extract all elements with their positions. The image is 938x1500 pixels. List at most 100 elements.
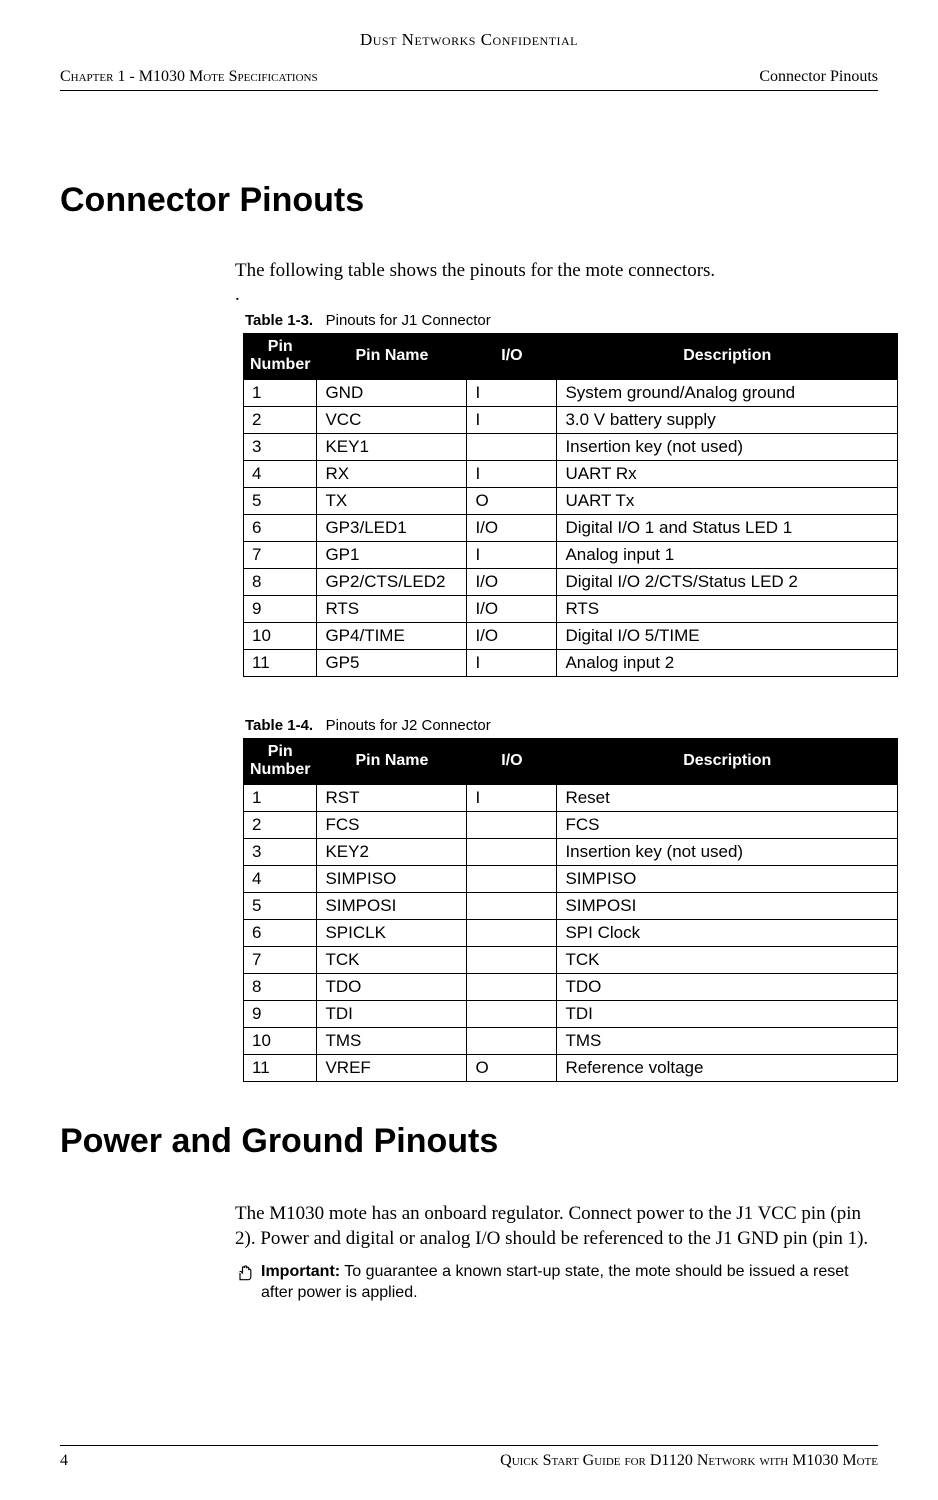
cell-io: I/O <box>467 568 557 595</box>
table-row: 7GP1IAnalog input 1 <box>244 541 898 568</box>
cell-io: I <box>467 541 557 568</box>
cell-desc: Reference voltage <box>557 1054 898 1081</box>
cell-name: RST <box>317 784 467 811</box>
header-left: Chapter 1 - M1030 Mote Specifications <box>60 68 318 86</box>
power-paragraph: The M1030 mote has an onboard regulator.… <box>235 1201 878 1252</box>
cell-desc: FCS <box>557 811 898 838</box>
section-title-connector-pinouts: Connector Pinouts <box>60 181 878 220</box>
th-pin-number: Pin Number <box>244 334 317 380</box>
cell-desc: Digital I/O 2/CTS/Status LED 2 <box>557 568 898 595</box>
th-pin-name: Pin Name <box>317 738 467 784</box>
cell-io: I <box>467 460 557 487</box>
table1-caption-text: Pinouts for J1 Connector <box>326 312 491 329</box>
important-text: Important: To guarantee a known start-up… <box>261 1262 878 1304</box>
cell-desc: Digital I/O 1 and Status LED 1 <box>557 514 898 541</box>
table1-caption: Table 1-3. Pinouts for J1 Connector <box>245 312 878 329</box>
cell-io: I/O <box>467 622 557 649</box>
cell-num: 4 <box>244 865 317 892</box>
th-io: I/O <box>467 334 557 380</box>
cell-name: GP5 <box>317 649 467 676</box>
dot: . <box>235 284 878 306</box>
cell-desc: System ground/Analog ground <box>557 379 898 406</box>
confidential-banner: Dust Networks Confidential <box>60 30 878 50</box>
cell-io: I <box>467 784 557 811</box>
cell-io <box>467 1000 557 1027</box>
cell-name: SIMPISO <box>317 865 467 892</box>
cell-name: VREF <box>317 1054 467 1081</box>
cell-num: 10 <box>244 622 317 649</box>
cell-num: 7 <box>244 541 317 568</box>
table-row: 11GP5IAnalog input 2 <box>244 649 898 676</box>
cell-desc: Analog input 2 <box>557 649 898 676</box>
cell-desc: SIMPOSI <box>557 892 898 919</box>
table-row: 8GP2/CTS/LED2I/ODigital I/O 2/CTS/Status… <box>244 568 898 595</box>
cell-name: RTS <box>317 595 467 622</box>
th-pin-number: Pin Number <box>244 738 317 784</box>
table-row: 6SPICLK SPI Clock <box>244 919 898 946</box>
cell-num: 2 <box>244 406 317 433</box>
cell-num: 3 <box>244 433 317 460</box>
cell-io <box>467 892 557 919</box>
cell-io <box>467 946 557 973</box>
cell-num: 3 <box>244 838 317 865</box>
cell-name: TMS <box>317 1027 467 1054</box>
cell-name: GP2/CTS/LED2 <box>317 568 467 595</box>
cell-desc: UART Rx <box>557 460 898 487</box>
table-row: 7TCKTCK <box>244 946 898 973</box>
cell-name: RX <box>317 460 467 487</box>
table2-caption: Table 1-4. Pinouts for J2 Connector <box>245 717 878 734</box>
cell-name: GP1 <box>317 541 467 568</box>
cell-name: GP3/LED1 <box>317 514 467 541</box>
table-row: 4SIMPISOSIMPISO <box>244 865 898 892</box>
table-row: 2VCCI3.0 V battery supply <box>244 406 898 433</box>
cell-io <box>467 811 557 838</box>
important-label: Important: <box>261 1263 340 1280</box>
cell-name: FCS <box>317 811 467 838</box>
cell-name: SPICLK <box>317 919 467 946</box>
cell-io: O <box>467 1054 557 1081</box>
cell-num: 8 <box>244 973 317 1000</box>
cell-num: 11 <box>244 649 317 676</box>
cell-name: KEY2 <box>317 838 467 865</box>
pinout-table-j1: Pin Number Pin Name I/O Description 1GND… <box>243 333 898 677</box>
cell-desc: UART Tx <box>557 487 898 514</box>
table-row: 1GNDISystem ground/Analog ground <box>244 379 898 406</box>
cell-io: O <box>467 487 557 514</box>
table2-label: Table 1-4. <box>245 717 313 734</box>
cell-io: I <box>467 379 557 406</box>
cell-desc: RTS <box>557 595 898 622</box>
page-footer: 4 Quick Start Guide for D1120 Network wi… <box>60 1445 878 1470</box>
important-body: To guarantee a known start-up state, the… <box>261 1263 849 1301</box>
intro-paragraph: The following table shows the pinouts fo… <box>235 260 878 282</box>
header-right: Connector Pinouts <box>759 68 878 86</box>
cell-desc: SIMPISO <box>557 865 898 892</box>
cell-io: I <box>467 406 557 433</box>
section-title-power-ground: Power and Ground Pinouts <box>60 1122 878 1161</box>
cell-desc: Insertion key (not used) <box>557 433 898 460</box>
cell-io: I/O <box>467 595 557 622</box>
cell-name: TX <box>317 487 467 514</box>
table-row: 2FCSFCS <box>244 811 898 838</box>
table-row: 9TDITDI <box>244 1000 898 1027</box>
cell-num: 1 <box>244 784 317 811</box>
footer-title: Quick Start Guide for D1120 Network with… <box>500 1452 878 1470</box>
table-row: 5SIMPOSISIMPOSI <box>244 892 898 919</box>
table-row: 3KEY1Insertion key (not used) <box>244 433 898 460</box>
cell-name: VCC <box>317 406 467 433</box>
table-row: 11VREFOReference voltage <box>244 1054 898 1081</box>
th-description: Description <box>557 738 898 784</box>
cell-num: 6 <box>244 919 317 946</box>
cell-num: 8 <box>244 568 317 595</box>
cell-io <box>467 865 557 892</box>
cell-desc: SPI Clock <box>557 919 898 946</box>
table-row: 9RTSI/ORTS <box>244 595 898 622</box>
cell-num: 10 <box>244 1027 317 1054</box>
cell-name: SIMPOSI <box>317 892 467 919</box>
table2-caption-text: Pinouts for J2 Connector <box>326 717 491 734</box>
cell-io <box>467 838 557 865</box>
th-description: Description <box>557 334 898 380</box>
page-header: Chapter 1 - M1030 Mote Specifications Co… <box>60 68 878 91</box>
cell-name: TDI <box>317 1000 467 1027</box>
cell-io: I/O <box>467 514 557 541</box>
cell-name: GP4/TIME <box>317 622 467 649</box>
